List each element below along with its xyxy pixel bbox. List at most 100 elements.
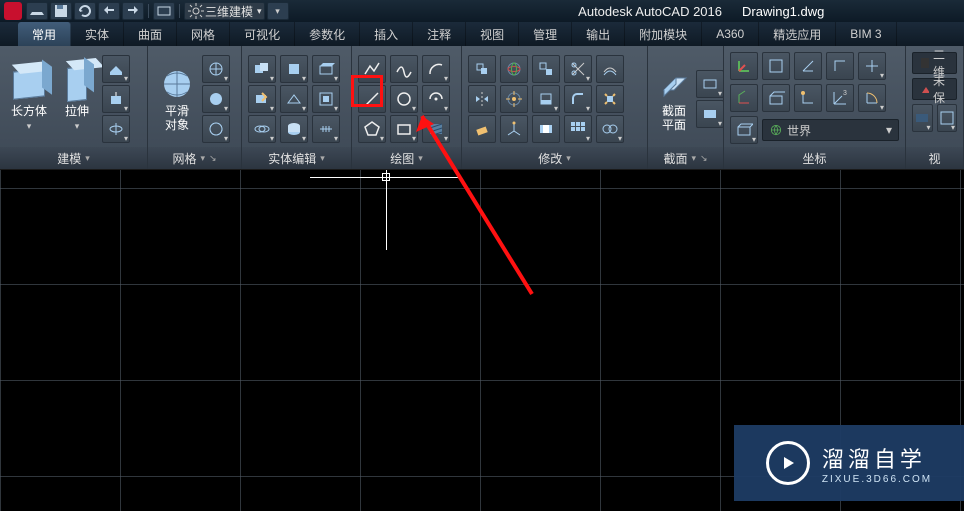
ucs-btn[interactable]	[858, 84, 886, 112]
panel-coord: 3 世界 ▾ 坐标	[724, 46, 906, 169]
qat-undo-icon[interactable]	[98, 2, 120, 20]
arc-icon[interactable]	[422, 55, 450, 83]
panel-mesh: 平滑 对象 网格▾↘	[148, 46, 242, 169]
panel-modify: 修改▾	[462, 46, 648, 169]
offset-icon[interactable]	[596, 55, 624, 83]
modify-btn[interactable]	[532, 55, 560, 83]
3dalign-icon[interactable]	[500, 115, 528, 143]
ribbon-tab[interactable]: 管理	[519, 22, 572, 46]
solided-btn[interactable]	[312, 115, 340, 143]
modify-btn[interactable]	[532, 115, 560, 143]
ribbon-tab-strip: 常用实体曲面网格可视化参数化插入注释视图管理输出附加模块A360精选应用BIM …	[0, 22, 964, 46]
fillet-icon[interactable]	[564, 85, 592, 113]
presspull-icon[interactable]	[102, 85, 130, 113]
ribbon-tab[interactable]: A360	[702, 22, 759, 46]
ellipse-arc-icon[interactable]	[422, 85, 450, 113]
panel-title-label: 视	[928, 150, 940, 167]
workspace-switcher[interactable]: 三维建模 ▾	[184, 2, 265, 20]
intersect-icon[interactable]	[248, 115, 276, 143]
crosshair-pickbox	[382, 173, 390, 181]
ribbon-tab[interactable]: 网格	[177, 22, 230, 46]
extrude-button[interactable]: 拉伸 ▾	[54, 53, 100, 145]
panel-section: 截面 平面 截面▾↘	[648, 46, 724, 169]
ucs-named-dropdown[interactable]: 世界 ▾	[762, 119, 899, 141]
section-plane-button[interactable]: 截面 平面	[654, 53, 694, 145]
mesh-btn[interactable]	[202, 115, 230, 143]
gear-icon	[187, 2, 205, 20]
mesh-btn[interactable]	[202, 55, 230, 83]
ucs-dropdown-value: 世界	[787, 122, 811, 139]
panel-title-label: 坐标	[802, 150, 826, 167]
ribbon-tab[interactable]: 参数化	[295, 22, 360, 46]
ribbon: 长方体 ▾ 拉伸 ▾ 建模▾ 平滑 对象	[0, 46, 964, 170]
ucs-btn[interactable]	[762, 52, 790, 80]
subtract-icon[interactable]	[248, 85, 276, 113]
panel-title-label: 实体编辑	[268, 150, 316, 167]
polygon-icon[interactable]	[358, 115, 386, 143]
ribbon-tab[interactable]: 曲面	[124, 22, 177, 46]
ribbon-tab[interactable]: 常用	[18, 22, 71, 46]
ucs-btn[interactable]	[794, 52, 822, 80]
ribbon-tab[interactable]: 输出	[572, 22, 625, 46]
ribbon-tab[interactable]: 可视化	[230, 22, 295, 46]
ribbon-tab[interactable]: 注释	[413, 22, 466, 46]
mesh-btn[interactable]	[202, 85, 230, 113]
ucs-btn[interactable]	[794, 84, 822, 112]
ribbon-tab[interactable]: 实体	[71, 22, 124, 46]
qat-redo-icon[interactable]	[122, 2, 144, 20]
hatch-icon[interactable]	[422, 115, 450, 143]
qat-btn[interactable]	[26, 2, 48, 20]
view-dropdown-1[interactable]: 二维	[912, 52, 957, 74]
ucs-btn[interactable]	[762, 84, 790, 112]
view-btn[interactable]	[912, 104, 933, 132]
array-icon[interactable]	[564, 115, 592, 143]
qat-btn[interactable]: ▾	[267, 2, 289, 20]
modify-btn[interactable]	[596, 115, 624, 143]
ribbon-tab[interactable]: 插入	[360, 22, 413, 46]
qat-btn[interactable]	[153, 2, 175, 20]
solided-btn[interactable]	[312, 55, 340, 83]
ucs-btn[interactable]	[826, 52, 854, 80]
panel-draw: 绘图▾	[352, 46, 462, 169]
qat-btn[interactable]	[74, 2, 96, 20]
qat-save-icon[interactable]	[50, 2, 72, 20]
ucs-btn[interactable]	[730, 116, 758, 144]
watermark-text: 溜溜自学	[822, 442, 926, 474]
view-btn[interactable]	[937, 104, 958, 132]
rotate3d-icon[interactable]	[500, 55, 528, 83]
explode-icon[interactable]	[596, 85, 624, 113]
revolve-icon[interactable]	[102, 115, 130, 143]
workspace-label: 三维建模	[205, 3, 253, 20]
view-dropdown-2[interactable]: 未保	[912, 78, 957, 100]
align-icon[interactable]	[500, 85, 528, 113]
ucs-icon[interactable]	[730, 52, 758, 80]
ribbon-tab[interactable]: 精选应用	[759, 22, 836, 46]
erase-icon[interactable]	[468, 115, 496, 143]
ucs-btn[interactable]	[730, 84, 758, 112]
ucs-btn[interactable]: 3	[826, 84, 854, 112]
section-btn[interactable]	[696, 100, 724, 128]
spline-icon[interactable]	[390, 55, 418, 83]
solided-btn[interactable]	[280, 115, 308, 143]
union-icon[interactable]	[248, 55, 276, 83]
solided-btn[interactable]	[312, 85, 340, 113]
rectangle-icon[interactable]	[390, 115, 418, 143]
smooth-object-button[interactable]: 平滑 对象	[154, 53, 200, 145]
solided-btn[interactable]	[280, 55, 308, 83]
ribbon-tab[interactable]: 附加模块	[625, 22, 702, 46]
ucs-btn[interactable]	[858, 52, 886, 80]
move-icon[interactable]	[468, 55, 496, 83]
ribbon-tab[interactable]: BIM 3	[836, 22, 896, 46]
polysolid-icon[interactable]	[102, 55, 130, 83]
section-btn[interactable]	[696, 70, 724, 98]
box-button[interactable]: 长方体 ▾	[6, 53, 52, 145]
circle-icon[interactable]	[390, 85, 418, 113]
mirror-icon[interactable]	[468, 85, 496, 113]
trim-icon[interactable]	[564, 55, 592, 83]
modify-btn[interactable]	[532, 85, 560, 113]
line-icon[interactable]	[358, 85, 386, 113]
polyline-icon[interactable]	[358, 55, 386, 83]
panel-view: 二维 未保 视	[906, 46, 964, 169]
solided-btn[interactable]	[280, 85, 308, 113]
ribbon-tab[interactable]: 视图	[466, 22, 519, 46]
